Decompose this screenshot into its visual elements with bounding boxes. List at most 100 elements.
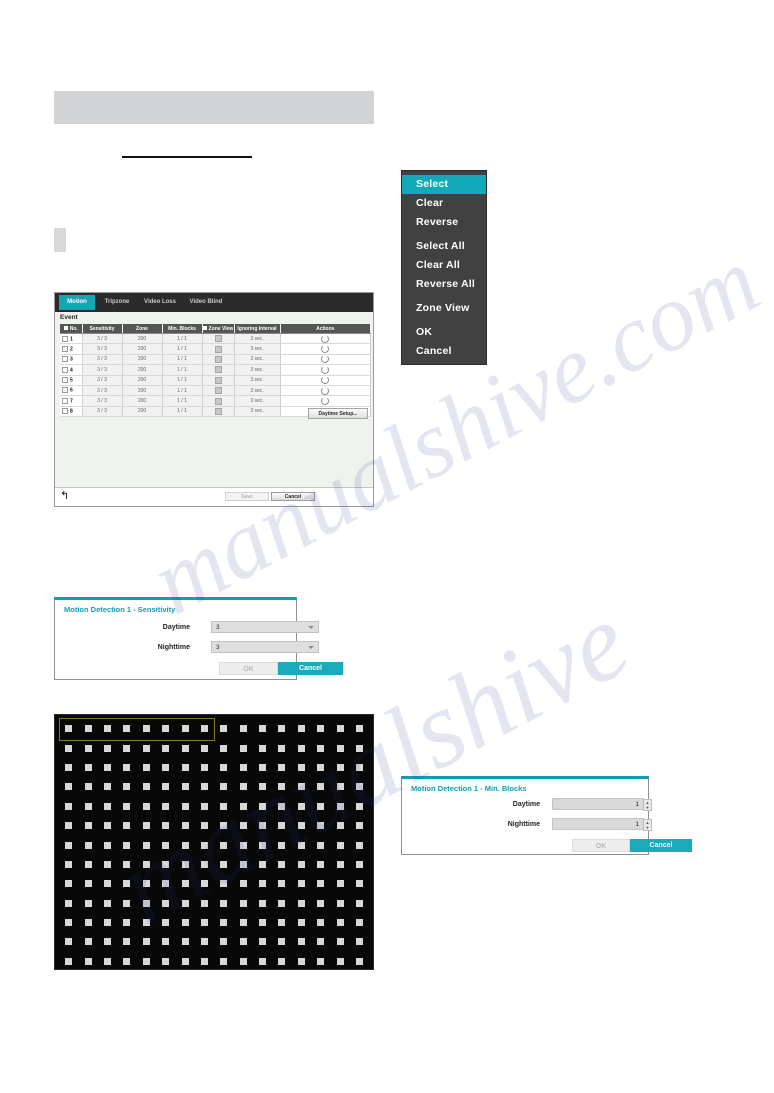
zone-cell[interactable]: [195, 816, 214, 835]
save-button[interactable]: Save: [225, 492, 269, 501]
cell-zone[interactable]: 200: [122, 354, 163, 366]
zone-cell[interactable]: [156, 797, 175, 816]
cell-min-blocks[interactable]: 1 / 1: [162, 385, 203, 397]
cell-zone[interactable]: 200: [122, 395, 163, 407]
cell-no[interactable]: 1: [60, 333, 83, 345]
cell-min-blocks[interactable]: 1 / 1: [162, 395, 203, 407]
context-menu-item-clear[interactable]: Clear: [402, 194, 486, 213]
zone-cell[interactable]: [59, 797, 78, 816]
cell-zone-view[interactable]: [202, 364, 235, 376]
motion-zone-grid[interactable]: [54, 714, 374, 970]
table-row[interactable]: 6 3 / 3 200 1 / 1 3 sec.: [60, 385, 371, 397]
cell-ignoring-interval[interactable]: 3 sec.: [234, 395, 281, 407]
zone-cell[interactable]: [214, 932, 233, 951]
zone-cell[interactable]: [350, 797, 369, 816]
zone-cell[interactable]: [272, 894, 291, 913]
zone-cell[interactable]: [350, 855, 369, 874]
cell-ignoring-interval[interactable]: 3 sec.: [234, 385, 281, 397]
zone-cell[interactable]: [175, 758, 194, 777]
zone-cell[interactable]: [214, 816, 233, 835]
cell-ignoring-interval[interactable]: 3 sec.: [234, 354, 281, 366]
zone-cell[interactable]: [59, 738, 78, 757]
zone-cell[interactable]: [137, 835, 156, 854]
zone-cell[interactable]: [292, 952, 311, 971]
zone-cell[interactable]: [78, 816, 97, 835]
action-refresh-icon[interactable]: [321, 386, 329, 395]
zone-cell[interactable]: [214, 913, 233, 932]
min-blocks-ok-button[interactable]: OK: [572, 839, 630, 852]
zone-cell[interactable]: [214, 835, 233, 854]
col-header-zone[interactable]: Zone: [122, 324, 163, 334]
zone-view-checkbox-icon[interactable]: [214, 335, 222, 343]
zone-cell[interactable]: [330, 874, 349, 893]
zone-cell[interactable]: [311, 894, 330, 913]
zone-view-checkbox-icon[interactable]: [214, 355, 222, 363]
cell-no[interactable]: 3: [60, 354, 83, 366]
row-checkbox-icon[interactable]: [62, 335, 68, 342]
zone-cell[interactable]: [234, 952, 253, 971]
zone-cell[interactable]: [78, 874, 97, 893]
zone-cell[interactable]: [98, 913, 117, 932]
zone-cell[interactable]: [156, 719, 175, 738]
zone-cell[interactable]: [272, 777, 291, 796]
cell-ignoring-interval[interactable]: 3 sec.: [234, 364, 281, 376]
col-header-zone-view[interactable]: Zone View: [202, 324, 235, 334]
cell-zone[interactable]: 200: [122, 333, 163, 345]
zone-cell[interactable]: [78, 758, 97, 777]
zone-cell[interactable]: [98, 952, 117, 971]
action-refresh-icon[interactable]: [321, 355, 329, 364]
zone-cell[interactable]: [214, 777, 233, 796]
zone-cell[interactable]: [272, 932, 291, 951]
col-header-min-blocks[interactable]: Min. Blocks: [162, 324, 203, 334]
zone-cell[interactable]: [117, 777, 136, 796]
row-checkbox-icon[interactable]: [62, 377, 68, 384]
action-refresh-icon[interactable]: [321, 334, 329, 343]
zone-cell[interactable]: [137, 797, 156, 816]
zone-cell[interactable]: [175, 913, 194, 932]
zone-cell[interactable]: [292, 738, 311, 757]
zone-cell[interactable]: [350, 816, 369, 835]
cell-no[interactable]: 6: [60, 385, 83, 397]
zone-cell[interactable]: [292, 894, 311, 913]
zone-cell[interactable]: [292, 913, 311, 932]
cell-actions[interactable]: [280, 385, 371, 397]
zone-cell[interactable]: [214, 738, 233, 757]
zone-cell[interactable]: [350, 777, 369, 796]
col-header-no[interactable]: No.: [60, 324, 83, 334]
stepper-down-icon[interactable]: ▼: [644, 805, 651, 810]
cell-no[interactable]: 5: [60, 375, 83, 386]
zone-cell[interactable]: [175, 835, 194, 854]
zone-cell[interactable]: [137, 894, 156, 913]
row-checkbox-icon[interactable]: [62, 366, 68, 373]
zone-cell[interactable]: [59, 816, 78, 835]
zone-cell[interactable]: [234, 738, 253, 757]
zone-cell[interactable]: [78, 913, 97, 932]
zone-cell[interactable]: [253, 719, 272, 738]
zone-cell[interactable]: [311, 738, 330, 757]
zone-cell[interactable]: [253, 797, 272, 816]
zone-cell[interactable]: [330, 835, 349, 854]
zone-cell[interactable]: [78, 738, 97, 757]
zone-cell[interactable]: [253, 894, 272, 913]
zone-cell[interactable]: [59, 952, 78, 971]
cell-ignoring-interval[interactable]: 3 sec.: [234, 333, 281, 345]
zone-cell[interactable]: [350, 894, 369, 913]
row-checkbox-icon[interactable]: [62, 408, 68, 415]
zone-cell[interactable]: [272, 758, 291, 777]
zone-cell[interactable]: [98, 816, 117, 835]
sensitivity-ok-button[interactable]: OK: [219, 662, 278, 675]
zone-cell[interactable]: [78, 777, 97, 796]
zone-view-checkbox-icon[interactable]: [214, 407, 222, 415]
zone-cell[interactable]: [195, 932, 214, 951]
row-checkbox-icon[interactable]: [62, 345, 68, 352]
table-row[interactable]: 5 3 / 3 200 1 / 1 3 sec.: [60, 375, 371, 386]
zone-cell[interactable]: [234, 932, 253, 951]
zone-cell[interactable]: [137, 777, 156, 796]
zone-cell[interactable]: [156, 932, 175, 951]
cell-actions[interactable]: [280, 375, 371, 386]
zone-cell[interactable]: [350, 913, 369, 932]
min-blocks-nighttime-stepper[interactable]: 1 ▲ ▼: [552, 818, 652, 831]
cell-no[interactable]: 4: [60, 364, 83, 376]
cell-no[interactable]: 7: [60, 395, 83, 407]
zone-cell[interactable]: [137, 719, 156, 738]
